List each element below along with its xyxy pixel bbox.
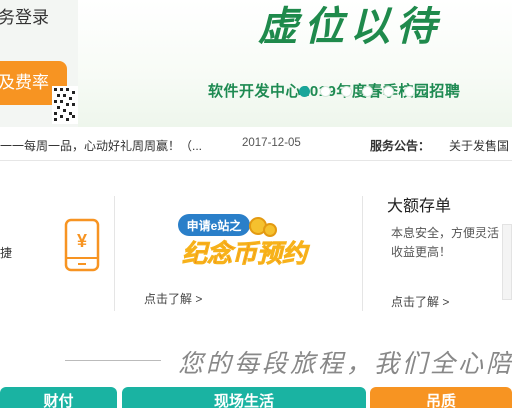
product-card-1-text: 捷 bbox=[0, 246, 13, 260]
product-row: 捷 ¥ 申请e站之 纪念币预约 点击了解 > 大额存单 本息安全，方便灵活 收益… bbox=[0, 176, 512, 327]
notice-bar: 一一每周一品，心动好礼周周赢！（... 2017-12-05 服务公告： 关于发… bbox=[0, 127, 512, 161]
service-notice-link[interactable]: 关于发售国 bbox=[449, 137, 512, 154]
tagline-text: 您的每段旅程，我们全心陪 bbox=[178, 349, 512, 378]
tab-finance[interactable]: 财付 bbox=[0, 387, 117, 408]
tab-life[interactable]: 现场生活 bbox=[122, 387, 366, 408]
deposit-description: 本息安全，方便灵活 收益更高！ bbox=[391, 226, 500, 259]
product-divider bbox=[114, 196, 115, 311]
service-side-panel: 务登录 及费率 bbox=[0, 0, 78, 127]
news-date: 2017-12-05 bbox=[242, 137, 301, 149]
deposit-title: 大额存单 bbox=[387, 198, 452, 215]
carousel-dot[interactable] bbox=[341, 86, 352, 97]
next-card-edge[interactable] bbox=[502, 224, 512, 300]
carousel-dot[interactable] bbox=[404, 86, 415, 97]
tab-third[interactable]: 吊质 bbox=[370, 387, 512, 408]
promo-line1: 申请e站之 bbox=[187, 218, 242, 233]
svg-text:¥: ¥ bbox=[77, 231, 87, 251]
carousel-dot[interactable] bbox=[299, 86, 310, 97]
promo-learn-more-link[interactable]: 点击了解 > bbox=[144, 290, 202, 307]
carousel-dot[interactable] bbox=[320, 86, 331, 97]
news-headline-link[interactable]: 一一每周一品，心动好礼周周赢！（... bbox=[0, 137, 212, 154]
carousel-dots bbox=[299, 86, 415, 97]
product-divider bbox=[362, 196, 363, 311]
hero-banner[interactable]: 务登录 及费率 虚位以待 软件开发中心2019年度春季校园招聘 bbox=[0, 0, 512, 127]
carousel-dot[interactable] bbox=[362, 86, 373, 97]
service-login-link[interactable]: 务登录 bbox=[0, 3, 49, 28]
deposit-learn-more-link[interactable]: 点击了解 > bbox=[391, 293, 449, 310]
service-notice-label: 服务公告： bbox=[370, 139, 431, 153]
promo-line2: 纪念币预约 bbox=[182, 240, 310, 268]
carousel-dot[interactable] bbox=[383, 86, 394, 97]
qr-code-icon bbox=[52, 86, 78, 124]
commemorative-coin-banner[interactable]: 申请e站之 纪念币预约 bbox=[170, 212, 330, 281]
banner-slogan: 虚位以待 bbox=[258, 3, 442, 50]
tagline-row: 您的每段旅程，我们全心陪 bbox=[0, 327, 512, 385]
phone-yen-icon: ¥ bbox=[64, 218, 100, 277]
tagline-divider bbox=[65, 360, 161, 361]
